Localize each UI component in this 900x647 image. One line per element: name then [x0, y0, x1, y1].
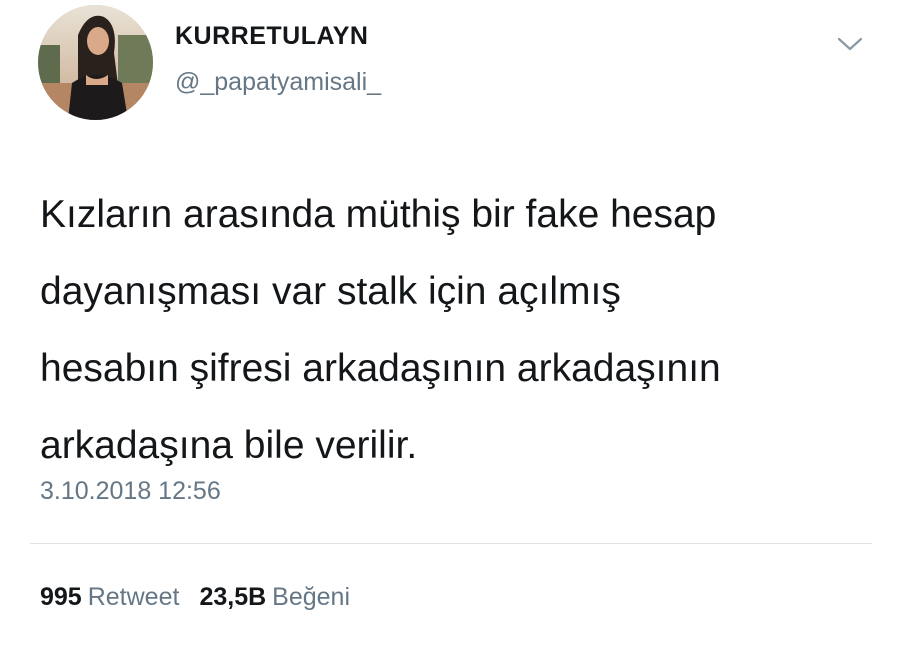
tweet-card: KURRETULAYN @_papatyamisali_ Kızların ar…	[0, 0, 900, 647]
user-handle[interactable]: @_papatyamisali_	[175, 68, 381, 97]
tweet-text-line: arkadaşına bile verilir.	[40, 424, 418, 467]
like-count: 23,5B	[199, 583, 267, 611]
profile-photo-icon	[38, 5, 153, 120]
like-label: Beğeni	[272, 583, 351, 611]
chevron-down-icon[interactable]	[836, 34, 864, 54]
tweet-text-line: dayanışması var stalk için açılmış	[40, 270, 621, 313]
tweet-stats: 995 Retweet 23,5B Beğeni	[40, 583, 370, 612]
avatar[interactable]	[38, 5, 153, 120]
divider	[30, 543, 872, 544]
retweet-stat[interactable]: 995 Retweet	[40, 583, 179, 612]
tweet-text-line: Kızların arasında müthiş bir fake hesap	[40, 193, 717, 236]
retweet-label: Retweet	[87, 583, 180, 611]
display-name[interactable]: KURRETULAYN	[175, 22, 368, 51]
tweet-text-line: hesabın şifresi arkadaşının arkadaşının	[40, 347, 721, 390]
tweet-timestamp[interactable]: 3.10.2018 12:56	[40, 477, 221, 506]
tweet-text: Kızların arasında müthiş bir fake hesap …	[40, 176, 860, 484]
like-stat[interactable]: 23,5B Beğeni	[199, 583, 350, 612]
retweet-count: 995	[40, 583, 82, 611]
